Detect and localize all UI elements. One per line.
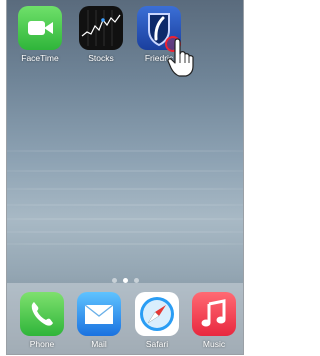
dock-app-phone[interactable]: Phone — [19, 292, 65, 349]
app-label: Safari — [145, 339, 169, 349]
phone-icon — [20, 292, 64, 336]
dock-app-safari[interactable]: Safari — [134, 292, 180, 349]
app-label: Phone — [29, 339, 55, 349]
app-facetime[interactable]: FaceTime — [17, 6, 63, 63]
app-label: Music — [202, 339, 226, 349]
facetime-icon — [18, 6, 62, 50]
app-stocks[interactable]: Stocks — [78, 6, 124, 63]
dock: Phone Mail Safari Music — [7, 283, 243, 354]
app-label: Mail — [91, 339, 107, 349]
app-label: Stocks — [88, 53, 114, 63]
dock-app-mail[interactable]: Mail — [76, 292, 122, 349]
mail-icon — [77, 292, 121, 336]
dock-app-music[interactable]: Music — [191, 292, 237, 349]
music-icon — [192, 292, 236, 336]
stocks-icon — [79, 6, 123, 50]
app-label: FaceTime — [21, 53, 59, 63]
hand-pointer-icon — [167, 38, 194, 77]
safari-icon — [135, 292, 179, 336]
home-screen: FaceTime Stocks Friedric Phone Mail Safa… — [6, 0, 244, 355]
